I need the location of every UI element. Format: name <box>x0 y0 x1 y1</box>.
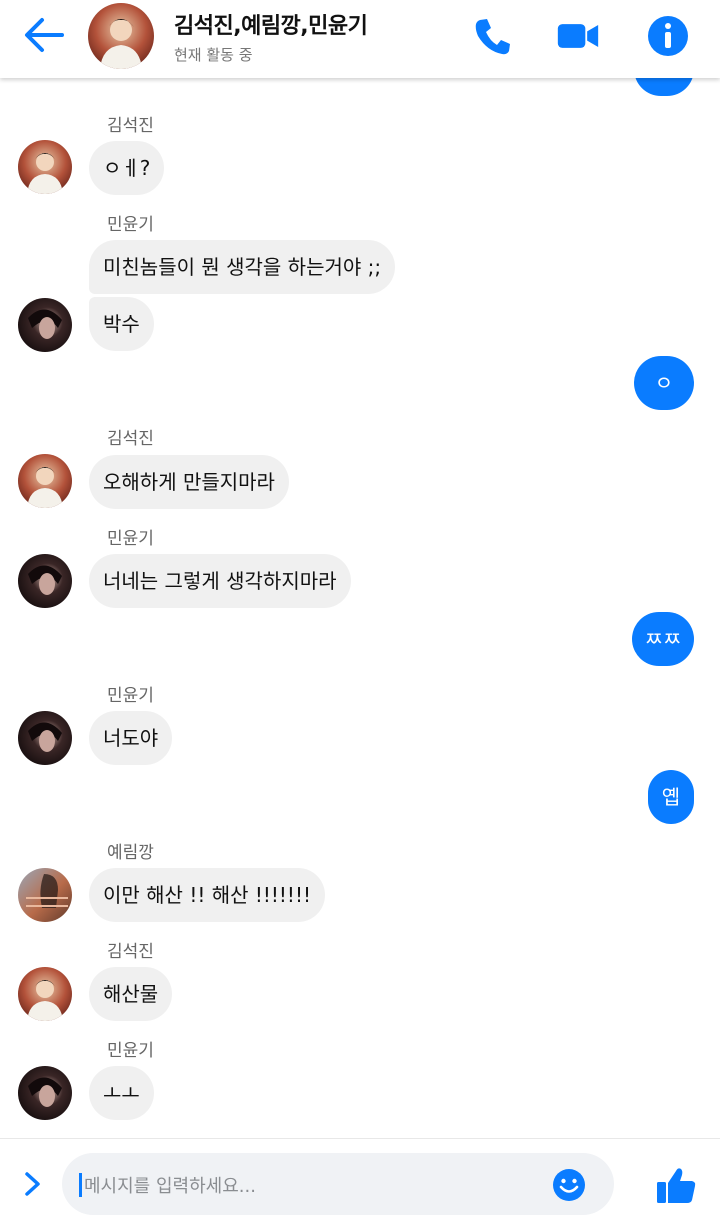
active-status: 현재 활동 중 <box>174 46 253 64</box>
message-bubble[interactable]: 이만 해산 !! 해산 !!!!!!! <box>89 868 325 922</box>
message-input-placeholder: 메시지를 입력하세요... <box>84 1176 256 1197</box>
avatar-jin[interactable] <box>18 454 72 508</box>
group-avatar[interactable] <box>88 3 154 69</box>
message-bubble[interactable]: ㅗㅗ <box>89 1066 154 1120</box>
avatar-yerim[interactable] <box>18 868 72 922</box>
sender-name: 민윤기 <box>107 215 154 235</box>
outgoing-bubble[interactable]: ㅉㅉ <box>632 612 694 666</box>
avatar-yoongi[interactable] <box>18 298 72 352</box>
back-arrow-icon[interactable] <box>22 15 66 55</box>
message-bubble[interactable]: ㅇㅔ? <box>89 141 165 195</box>
message-list[interactable]: 김석진 ㅇㅔ? 민윤기 미친놈들이 뭔 생각을 하는거야 ;; 박수 ㅇㅎ 김석… <box>0 78 720 1138</box>
avatar-jin[interactable] <box>18 140 72 194</box>
avatar-yoongi[interactable] <box>18 1066 72 1120</box>
video-camera-icon[interactable] <box>556 14 600 58</box>
message-bubble[interactable]: 너네는 그렇게 생각하지마라 <box>89 554 351 608</box>
outgoing-bubble[interactable]: ㅇㅎ <box>634 356 694 449</box>
sender-name: 민윤기 <box>107 529 154 549</box>
chat-title: 김석진,예림깡,민윤기 <box>174 14 368 39</box>
message-bubble[interactable]: 해산물 <box>89 967 173 1021</box>
message-bubble[interactable]: 오해하게 만들지마라 <box>89 455 289 509</box>
emoji-icon[interactable] <box>552 1168 586 1202</box>
sender-name: 민윤기 <box>107 1041 154 1061</box>
sender-name: 김석진 <box>107 942 154 962</box>
text-cursor <box>79 1173 82 1197</box>
info-icon[interactable] <box>646 14 690 58</box>
thumbs-up-icon[interactable] <box>654 1163 698 1207</box>
message-input[interactable]: 메시지를 입력하세요... <box>62 1153 614 1215</box>
avatar-yoongi[interactable] <box>18 711 72 765</box>
composer-bar: 메시지를 입력하세요... <box>0 1138 720 1229</box>
chat-header: 김석진,예림깡,민윤기 현재 활동 중 <box>0 0 720 78</box>
outgoing-bubble-partial[interactable] <box>634 78 694 96</box>
sender-name: 예림깡 <box>107 843 154 863</box>
avatar-yoongi[interactable] <box>18 554 72 608</box>
message-bubble[interactable]: 미친놈들이 뭔 생각을 하는거야 ;; <box>89 240 396 294</box>
outgoing-bubble[interactable]: 옙 <box>648 770 694 824</box>
sender-name: 민윤기 <box>107 686 154 706</box>
sender-name: 김석진 <box>107 116 154 136</box>
phone-icon[interactable] <box>470 14 514 58</box>
message-bubble[interactable]: 너도야 <box>89 711 173 765</box>
message-bubble[interactable]: 박수 <box>89 297 154 351</box>
avatar-jin[interactable] <box>18 967 72 1021</box>
chevron-right-icon[interactable] <box>18 1169 48 1199</box>
sender-name: 김석진 <box>107 429 154 449</box>
